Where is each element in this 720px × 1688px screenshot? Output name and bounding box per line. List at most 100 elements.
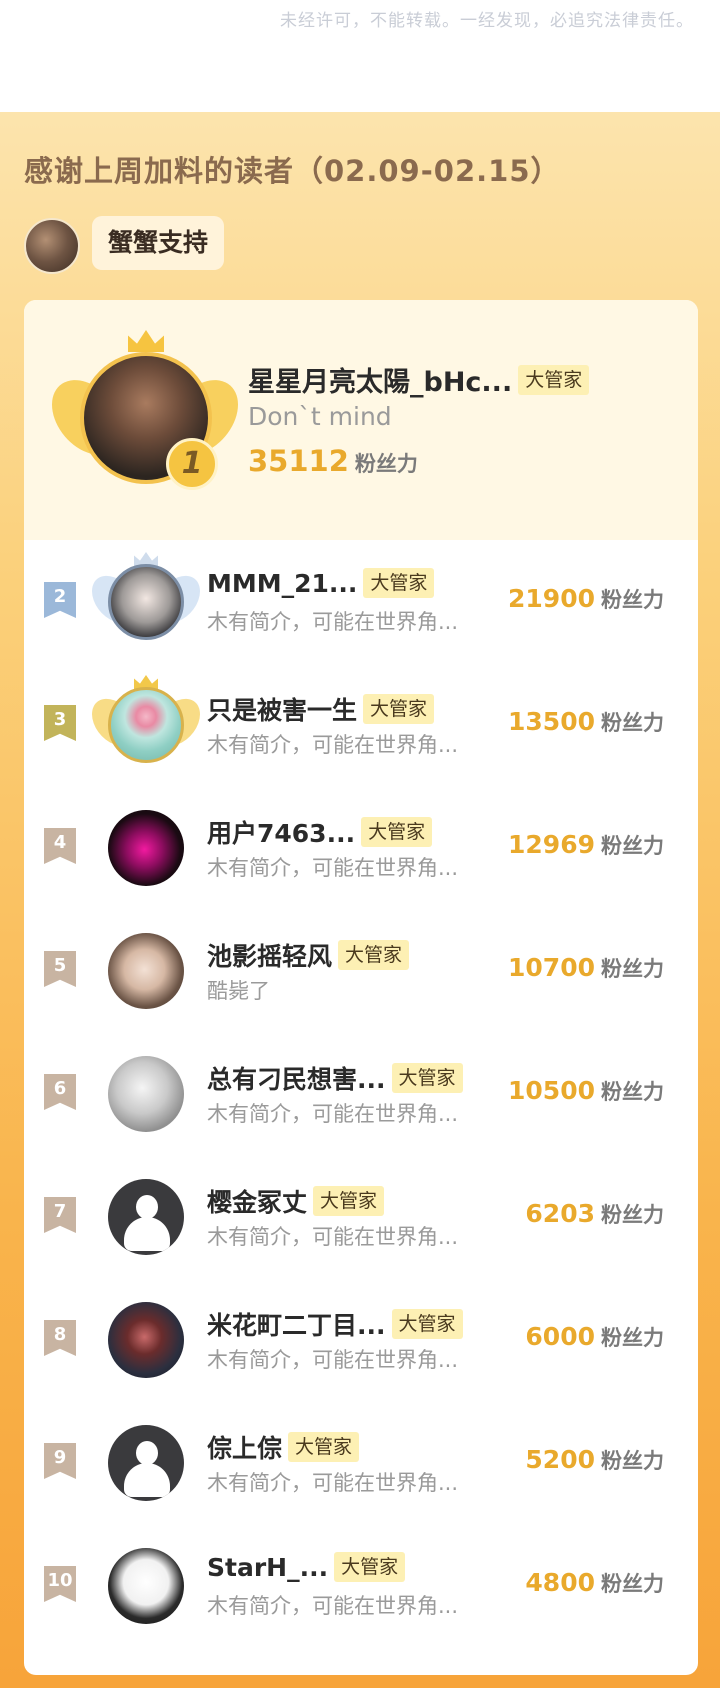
status-badge: 大管家 <box>518 364 590 395</box>
user-bio: 木有简介，可能在世界角... <box>207 1102 459 1126</box>
panel-title: 感谢上周加料的读者（02.09-02.15） <box>24 154 561 188</box>
rank-ribbon-icon: 7 <box>44 1197 76 1233</box>
user-name[interactable]: 只是被害一生 <box>207 691 357 727</box>
status-badge: 大管家 <box>334 1552 406 1582</box>
default-avatar-head-icon <box>136 1195 158 1219</box>
score-value: 35112 <box>248 444 349 478</box>
name-line: 倧上倧 大管家 <box>207 1429 360 1465</box>
user-name[interactable]: 樱金冢丈 <box>207 1183 307 1219</box>
status-badge: 大管家 <box>288 1432 360 1462</box>
status-badge: 大管家 <box>391 1309 463 1339</box>
score-unit: 粉丝力 <box>601 1080 664 1104</box>
status-badge: 大管家 <box>363 694 435 724</box>
user-name[interactable]: 用户7463... <box>207 814 355 850</box>
list-item[interactable]: 2 MMM_21... 大管家 木有简介，可能在世界角... 21900 粉丝力 <box>24 540 698 663</box>
name-line: 池影摇轻风 大管家 <box>207 937 410 973</box>
list-item[interactable]: 3 只是被害一生 大管家 木有简介，可能在世界角... 13500 粉丝力 <box>24 663 698 786</box>
user-bio: 酷毙了 <box>207 979 270 1003</box>
avatar[interactable] <box>108 933 184 1009</box>
rank-ribbon-icon: 6 <box>44 1074 76 1110</box>
avatar-box <box>108 1179 184 1255</box>
user-bio: 木有简介，可能在世界角... <box>207 1594 459 1618</box>
avatar[interactable] <box>108 1302 184 1378</box>
status-badge: 大管家 <box>361 817 433 847</box>
status-badge: 大管家 <box>338 940 410 970</box>
avatar[interactable] <box>108 564 184 640</box>
user-name[interactable]: 星星月亮太陽_bHc... <box>248 360 512 399</box>
fan-power-score: 13500 粉丝力 <box>508 707 664 737</box>
ranking-list: 2 MMM_21... 大管家 木有简介，可能在世界角... 21900 粉丝力 … <box>24 540 698 1647</box>
avatar-box <box>108 1548 184 1624</box>
name-line: StarH_... 大管家 <box>207 1552 406 1582</box>
score-value: 5200 <box>525 1445 595 1474</box>
leaderboard-card: 1 星星月亮太陽_bHc... 大管家 Don`t mind 35112 粉丝力 … <box>24 300 698 1675</box>
fan-power-score: 21900 粉丝力 <box>508 584 664 614</box>
rank-ribbon-icon: 4 <box>44 828 76 864</box>
name-line: MMM_21... 大管家 <box>207 568 435 598</box>
user-bio: 木有简介，可能在世界角... <box>207 1225 459 1249</box>
user-name[interactable]: 总有刁民想害... <box>207 1060 386 1096</box>
rank-ribbon-icon: 9 <box>44 1443 76 1479</box>
avatar[interactable] <box>108 687 184 763</box>
avatar-box <box>108 810 184 886</box>
avatar-box <box>108 1425 184 1501</box>
user-name[interactable]: 倧上倧 <box>207 1429 282 1465</box>
score-unit: 粉丝力 <box>601 711 664 735</box>
user-bio: 木有简介，可能在世界角... <box>207 1471 459 1495</box>
user-name[interactable]: MMM_21... <box>207 569 357 598</box>
score-value: 6000 <box>525 1322 595 1351</box>
rank-ribbon-icon: 5 <box>44 951 76 987</box>
rank-ribbon-icon: 2 <box>44 582 76 618</box>
user-name[interactable]: StarH_... <box>207 1553 328 1582</box>
copyright-notice: 未经许可，不能转载。一经发现，必追究法律责任。 <box>280 11 694 31</box>
user-bio: 木有简介，可能在世界角... <box>207 733 459 757</box>
score-value: 21900 <box>508 584 595 613</box>
score-value: 10500 <box>508 1076 595 1105</box>
support-button[interactable]: 蟹蟹支持 <box>92 216 225 270</box>
name-line: 用户7463... 大管家 <box>207 814 433 850</box>
avatar[interactable] <box>108 1179 184 1255</box>
score-unit: 粉丝力 <box>601 588 664 612</box>
user-bio: 木有简介，可能在世界角... <box>207 856 459 880</box>
user-name[interactable]: 池影摇轻风 <box>207 937 332 973</box>
avatar[interactable] <box>24 218 80 274</box>
list-item[interactable]: 5 池影摇轻风 大管家 酷毙了 10700 粉丝力 <box>24 909 698 1032</box>
list-item[interactable]: 6 总有刁民想害... 大管家 木有简介，可能在世界角... 10500 粉丝力 <box>24 1032 698 1155</box>
default-avatar-head-icon <box>136 1441 158 1465</box>
status-badge: 大管家 <box>391 1063 463 1093</box>
top-supporter[interactable]: 1 星星月亮太陽_bHc... 大管家 Don`t mind 35112 粉丝力 <box>24 300 698 540</box>
list-item[interactable]: 9 倧上倧 大管家 木有简介，可能在世界角... 5200 粉丝力 <box>24 1401 698 1524</box>
score-value: 6203 <box>525 1199 595 1228</box>
score-unit: 粉丝力 <box>601 1203 664 1227</box>
avatar-box <box>108 1056 184 1132</box>
avatar-box <box>92 675 200 763</box>
avatar[interactable] <box>108 810 184 886</box>
supporters-panel: 感谢上周加料的读者（02.09-02.15） 蟹蟹支持 1 星星月亮太陽_bHc… <box>0 112 720 1688</box>
list-item[interactable]: 7 樱金冢丈 大管家 木有简介，可能在世界角... 6203 粉丝力 <box>24 1155 698 1278</box>
fan-power-score: 12969 粉丝力 <box>508 830 664 860</box>
status-badge: 大管家 <box>363 568 435 598</box>
rank-ribbon-icon: 3 <box>44 705 76 741</box>
avatar[interactable] <box>108 1548 184 1624</box>
list-item[interactable]: 10 StarH_... 大管家 木有简介，可能在世界角... 4800 粉丝力 <box>24 1524 698 1647</box>
user-bio: Don`t mind <box>248 402 392 431</box>
avatar[interactable] <box>108 1056 184 1132</box>
name-line: 米花町二丁目... 大管家 <box>207 1306 463 1342</box>
score-unit: 粉丝力 <box>354 452 418 476</box>
list-item[interactable]: 8 米花町二丁目... 大管家 木有简介，可能在世界角... 6000 粉丝力 <box>24 1278 698 1401</box>
fan-power-score: 10700 粉丝力 <box>508 953 664 983</box>
top-name-line: 星星月亮太陽_bHc... 大管家 <box>248 360 590 399</box>
score-value: 12969 <box>508 830 595 859</box>
name-line: 只是被害一生 大管家 <box>207 691 435 727</box>
name-line: 樱金冢丈 大管家 <box>207 1183 385 1219</box>
top-avatar-frame: 1 <box>52 328 238 504</box>
list-item[interactable]: 4 用户7463... 大管家 木有简介，可能在世界角... 12969 粉丝力 <box>24 786 698 909</box>
rank-ribbon-icon: 8 <box>44 1320 76 1356</box>
user-bio: 木有简介，可能在世界角... <box>207 610 459 634</box>
default-avatar-body-icon <box>124 1217 170 1251</box>
score-value: 4800 <box>525 1568 595 1597</box>
fan-power-score: 6000 粉丝力 <box>525 1322 664 1352</box>
user-name[interactable]: 米花町二丁目... <box>207 1306 386 1342</box>
avatar[interactable] <box>108 1425 184 1501</box>
fan-power-score: 5200 粉丝力 <box>525 1445 664 1475</box>
